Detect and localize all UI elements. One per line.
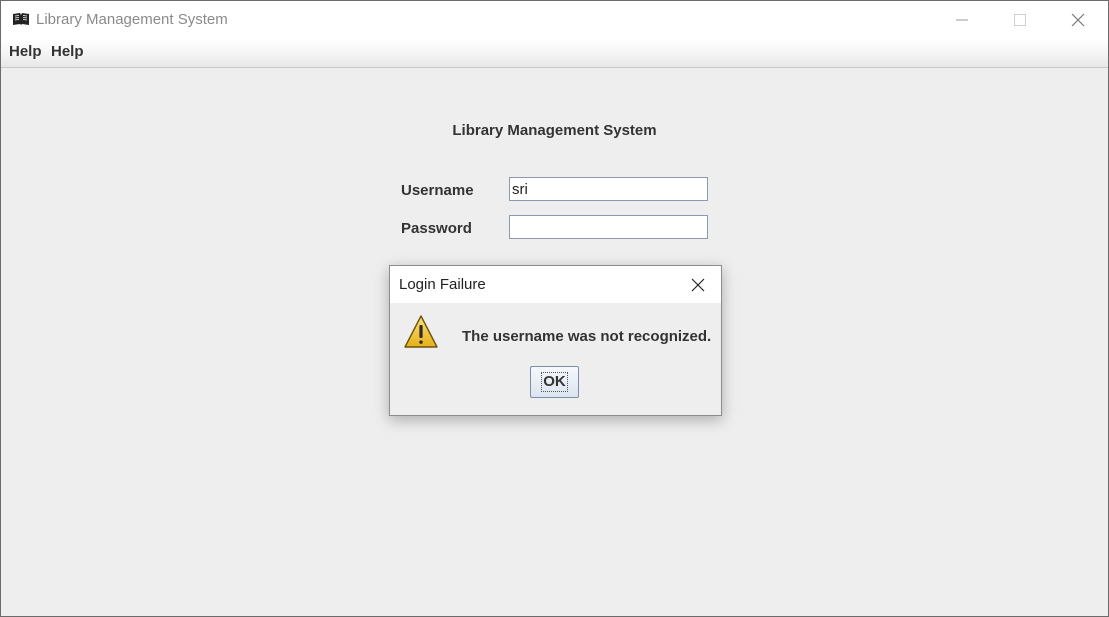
username-input[interactable] [509, 177, 708, 201]
warning-icon [404, 315, 438, 348]
dialog-close-button[interactable] [686, 273, 710, 297]
close-icon [1071, 13, 1085, 27]
maximize-icon [1014, 14, 1026, 26]
minimize-icon [956, 19, 968, 21]
menu-bar: Help Help [1, 39, 1108, 68]
login-failure-dialog: Login Failure The username was not recog… [389, 265, 722, 416]
window-title: Library Management System [36, 11, 228, 28]
close-window-button[interactable] [1049, 1, 1107, 39]
window-titlebar[interactable]: Library Management System [1, 1, 1108, 39]
dialog-title: Login Failure [399, 276, 486, 293]
password-input[interactable] [509, 215, 708, 239]
main-window: Library Management System Help Help Libr… [0, 0, 1109, 617]
password-label: Password [401, 220, 472, 237]
minimize-button[interactable] [933, 1, 991, 39]
ok-button-label: OK [541, 372, 568, 392]
dialog-titlebar[interactable]: Login Failure [390, 266, 721, 303]
form-heading: Library Management System [452, 122, 657, 139]
menu-help-2[interactable]: Help [50, 43, 85, 60]
close-icon [691, 278, 705, 292]
book-icon [13, 13, 29, 25]
dialog-message: The username was not recognized. [462, 328, 712, 345]
ok-button[interactable]: OK [530, 366, 579, 398]
menu-help[interactable]: Help [8, 43, 43, 60]
maximize-button[interactable] [991, 1, 1049, 39]
username-label: Username [401, 182, 474, 199]
